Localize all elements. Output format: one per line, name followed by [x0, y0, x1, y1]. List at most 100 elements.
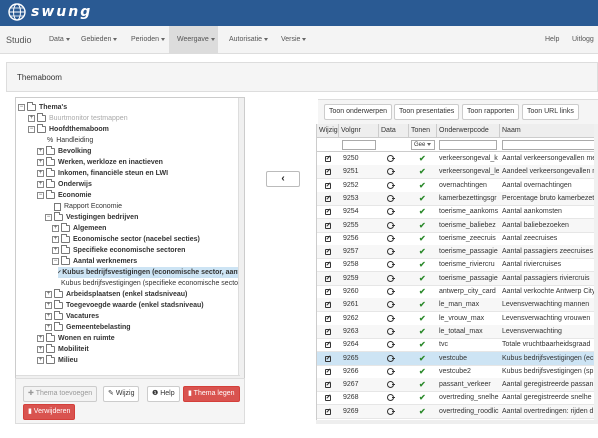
- data-link-icon[interactable]: [387, 327, 395, 335]
- data-link-icon[interactable]: [387, 194, 395, 202]
- col-onderwerpcode[interactable]: Onderwerpcode: [437, 124, 500, 138]
- tree-node[interactable]: − Vestigingen bedrijven: [45, 212, 138, 223]
- data-link-icon[interactable]: [387, 248, 395, 256]
- menu-logout[interactable]: Uitlogg: [572, 26, 594, 54]
- data-link-icon[interactable]: [387, 261, 395, 269]
- table-row[interactable]: 9253 ✔ kamerbezettingsgr Percentage bruto k…: [317, 191, 598, 206]
- tree-node[interactable]: + Gemeentebelasting: [45, 322, 131, 333]
- tree-node[interactable]: + Algemeen: [52, 223, 106, 234]
- table-row[interactable]: 9250 ✔ verkeersongeval_k Aantal verkeersong…: [317, 152, 598, 166]
- tree-node[interactable]: − Aantal werknemers: [52, 256, 137, 267]
- show-variables-button[interactable]: Toon onderwerpen: [324, 104, 392, 120]
- grid-horizontal-scrollbar[interactable]: [316, 420, 598, 424]
- collapse-icon[interactable]: −: [45, 214, 52, 221]
- table-row[interactable]: 9259 ✔ toerisme_passagie Aantal passagiers …: [317, 271, 598, 286]
- data-link-icon[interactable]: [387, 288, 395, 295]
- data-link-icon[interactable]: [387, 221, 395, 229]
- collapse-icon[interactable]: −: [18, 104, 25, 111]
- delete-button[interactable]: ▮ Verwijderen: [23, 404, 76, 420]
- edit-icon[interactable]: [325, 249, 331, 256]
- col-tonen[interactable]: Tonen: [409, 124, 437, 138]
- tonen-cell[interactable]: ✔: [419, 325, 435, 339]
- edit-cell[interactable]: [321, 378, 339, 392]
- table-row[interactable]: 9262 ✔ le_vrouw_max Levensverwachting vrouw…: [317, 312, 598, 326]
- volgnr-filter-input[interactable]: [342, 140, 376, 150]
- edit-icon[interactable]: [325, 315, 331, 322]
- edit-icon[interactable]: [325, 342, 331, 349]
- table-row[interactable]: 9251 ✔ verkeersongeval_le Aandeel verkeerso…: [317, 165, 598, 180]
- menu-weergave[interactable]: Weergave: [169, 26, 218, 54]
- edit-cell[interactable]: [321, 272, 339, 286]
- move-left-button[interactable]: ‹: [266, 171, 300, 187]
- menu-help[interactable]: Help: [545, 26, 559, 54]
- edit-cell[interactable]: [321, 192, 339, 206]
- edit-icon[interactable]: [325, 328, 331, 335]
- tree-node[interactable]: + Toegevoegde waarde (enkel stadsniveau): [45, 300, 204, 311]
- data-cell[interactable]: [383, 245, 407, 259]
- tree-node[interactable]: − Thema's: [18, 102, 67, 113]
- collapse-icon[interactable]: −: [52, 258, 59, 265]
- tree-node[interactable]: + Specifieke economische sectoren: [52, 245, 185, 256]
- col-wijzig[interactable]: Wijzig: [317, 124, 339, 138]
- edit-icon[interactable]: [325, 289, 331, 295]
- edit-cell[interactable]: [321, 338, 339, 352]
- tree-node[interactable]: Kubus bedrijfsvestigingen (specifieke ec…: [58, 278, 240, 289]
- expand-icon[interactable]: +: [37, 181, 44, 188]
- expand-icon[interactable]: +: [45, 302, 52, 309]
- expand-icon[interactable]: +: [37, 148, 44, 155]
- data-cell[interactable]: [383, 205, 407, 219]
- expand-icon[interactable]: +: [45, 324, 52, 331]
- show-reports-button[interactable]: Toon rapporten: [462, 104, 520, 120]
- table-row[interactable]: 9264 ✔ tvc Totale vruchtbaarheidsgraad: [317, 338, 598, 353]
- tonen-cell[interactable]: ✔: [419, 378, 435, 392]
- tree-node[interactable]: + Wonen en ruimte: [37, 333, 115, 344]
- data-link-icon[interactable]: [387, 234, 395, 242]
- tree-node-selected[interactable]: Kubus bedrijfsvestigingen (economische s…: [58, 267, 240, 278]
- data-link-icon[interactable]: [387, 155, 395, 162]
- edit-cell[interactable]: [321, 245, 339, 259]
- edit-cell[interactable]: [321, 298, 339, 312]
- edit-icon[interactable]: [325, 169, 331, 176]
- edit-icon[interactable]: [325, 235, 331, 242]
- tonen-cell[interactable]: ✔: [419, 205, 435, 219]
- table-row[interactable]: 9254 ✔ toerisme_aankoms Aantal aankomsten: [317, 205, 598, 220]
- tree-node[interactable]: + Buurtmonitor testmappen: [28, 113, 128, 124]
- table-row[interactable]: 9269 ✔ overtreding_roodlic Aantal overtredi…: [317, 404, 598, 419]
- menu-gebieden[interactable]: Gebieden: [78, 26, 120, 54]
- expand-icon[interactable]: +: [52, 225, 59, 232]
- data-link-icon[interactable]: [387, 341, 395, 349]
- expand-icon[interactable]: +: [37, 335, 44, 342]
- tonen-filter-select[interactable]: Gee: [411, 140, 435, 150]
- tree-node[interactable]: − Hoofdthemaboom: [28, 124, 109, 135]
- table-row[interactable]: 9257 ✔ toerisme_passagie Aantal passagiers …: [317, 245, 598, 260]
- expand-icon[interactable]: +: [52, 247, 59, 254]
- tonen-cell[interactable]: ✔: [419, 338, 435, 352]
- menu-data[interactable]: Data: [46, 26, 73, 54]
- tonen-cell[interactable]: ✔: [419, 192, 435, 206]
- edit-cell[interactable]: [321, 365, 339, 379]
- edit-cell[interactable]: [321, 391, 339, 405]
- menu-versie[interactable]: Versie: [278, 26, 309, 54]
- expand-icon[interactable]: +: [37, 159, 44, 166]
- show-links-button[interactable]: Toon URL links: [522, 104, 579, 120]
- table-row[interactable]: 9267 ✔ passant_verkeer Aantal geregistreerd…: [317, 378, 598, 393]
- col-volgnr[interactable]: Volgnr: [339, 124, 379, 138]
- table-row[interactable]: 9260 ✔ antwerp_city_card Aantal verkochte A…: [317, 285, 598, 299]
- tree-node[interactable]: + Inkomen, financiële steun en LWI: [37, 168, 168, 179]
- data-cell[interactable]: [383, 232, 407, 246]
- expand-icon[interactable]: +: [45, 313, 52, 320]
- edit-icon[interactable]: [325, 368, 331, 375]
- col-naam[interactable]: Naam: [500, 124, 598, 138]
- grid-vertical-scrollbar[interactable]: [594, 124, 598, 424]
- tonen-cell[interactable]: ✔: [419, 298, 435, 312]
- data-cell[interactable]: [383, 405, 407, 419]
- edit-icon[interactable]: [325, 355, 331, 362]
- table-row-selected[interactable]: 9265 ✔ vestcube Kubus bedrijfsvestigingen (…: [317, 351, 598, 366]
- tree-node[interactable]: + Bevolking: [37, 146, 91, 157]
- data-cell[interactable]: [383, 378, 407, 392]
- edit-cell[interactable]: [321, 165, 339, 179]
- tree-vertical-scrollbar[interactable]: [238, 98, 244, 381]
- tree-node[interactable]: + Arbeidsplaatsen (enkel stadsniveau): [45, 289, 187, 300]
- data-link-icon[interactable]: [387, 354, 395, 362]
- data-link-icon[interactable]: [387, 381, 395, 389]
